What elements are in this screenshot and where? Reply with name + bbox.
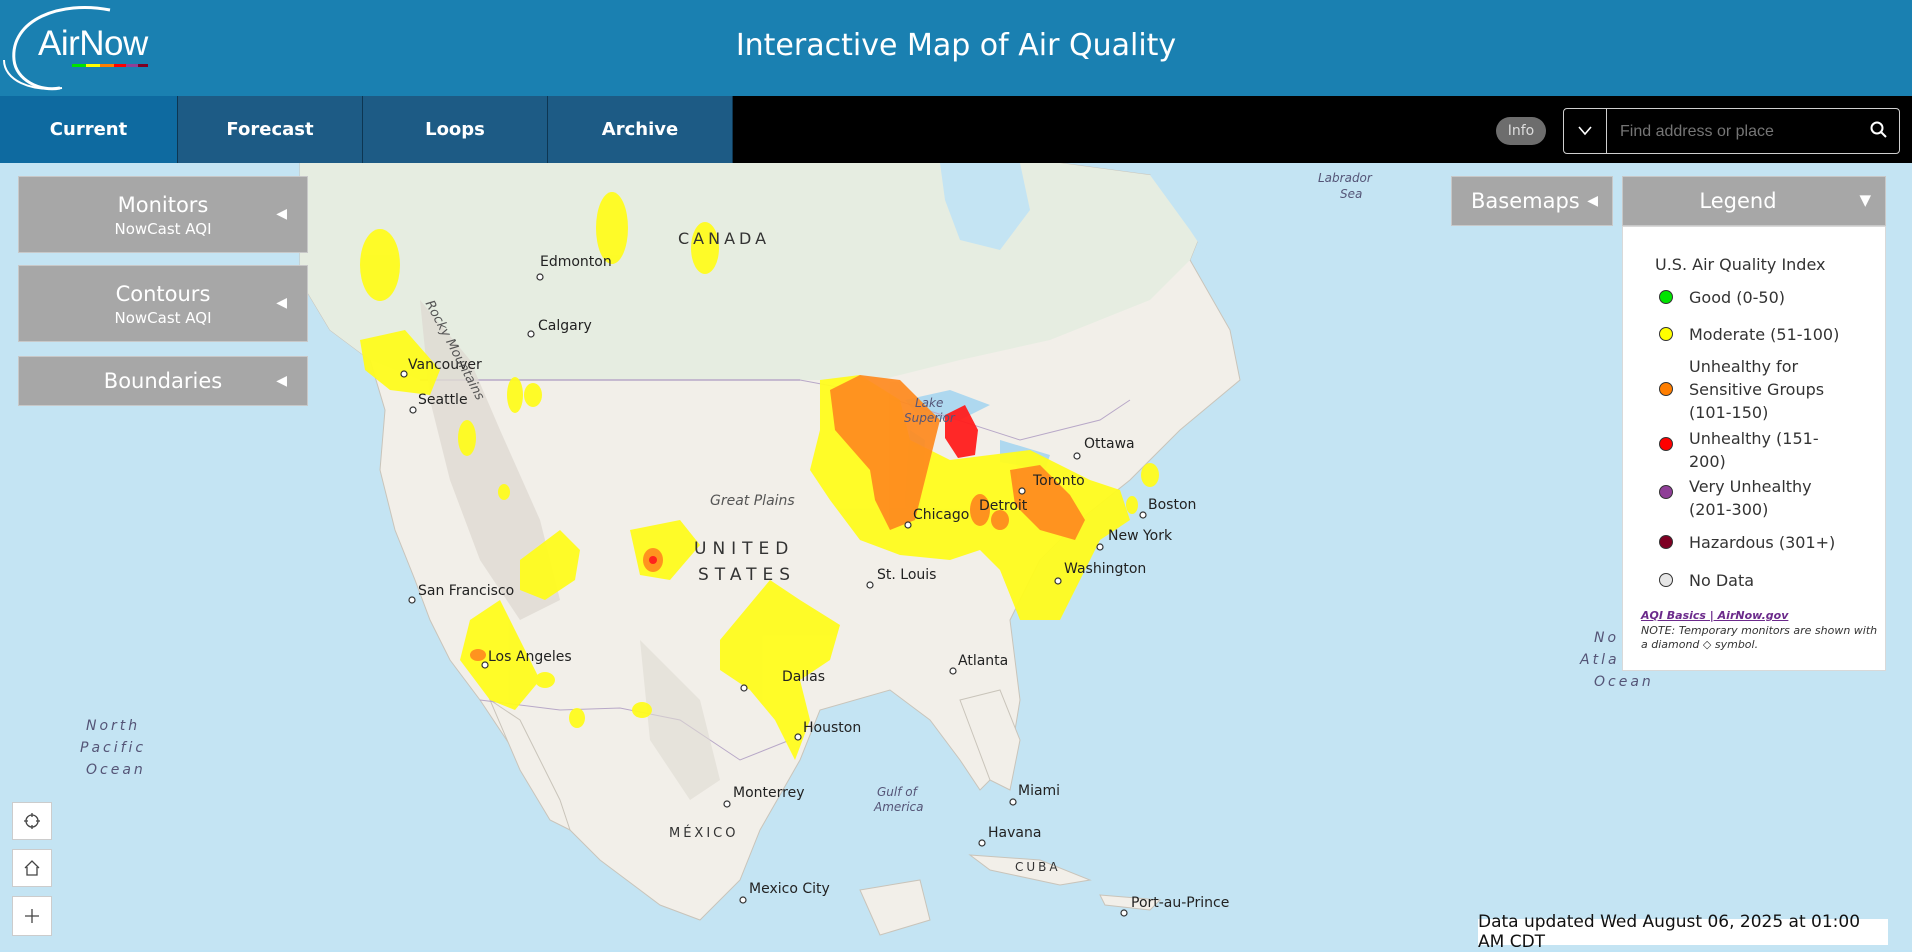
label-north: North (86, 718, 141, 734)
search-input[interactable] (1618, 119, 1852, 145)
locate-button[interactable] (12, 802, 52, 840)
basemaps-label: Basemaps (1471, 189, 1580, 213)
city-label-chicago: Chicago (913, 507, 970, 523)
app-header: AirNow Interactive Map of Air Quality (0, 0, 1912, 96)
city-label-havana: Havana (988, 825, 1042, 841)
legend-item-very-unhealthy: Very Unhealthy (201-300) (1659, 475, 1849, 521)
city-label-detroit: Detroit (979, 498, 1028, 514)
aqi-basics-link[interactable]: AQI Basics | AirNow.gov (1641, 609, 1788, 622)
city-label-atlanta: Atlanta (958, 653, 1009, 669)
monitors-title: Monitors (117, 193, 209, 217)
city-label-san-francisco: San Francisco (418, 583, 515, 599)
label-labrador: Labrador (1318, 171, 1372, 185)
region-label-states: STATES (698, 565, 797, 585)
label-gulf-america: America (874, 800, 924, 814)
tab-loops[interactable]: Loops (363, 96, 548, 163)
caret-left-icon: ◀ (276, 373, 287, 389)
legend-title: U.S. Air Quality Index (1655, 255, 1826, 274)
city-label-monterrey: Monterrey (733, 785, 805, 801)
label-lake: Lake (915, 396, 944, 410)
city-label-boston: Boston (1148, 497, 1197, 513)
page-title: Interactive Map of Air Quality (735, 28, 1177, 63)
good-swatch-icon (1659, 290, 1673, 304)
legend-panel: U.S. Air Quality Index Good (0-50) Moder… (1622, 226, 1886, 671)
basemaps-button[interactable]: Basemaps ◀ (1451, 176, 1613, 226)
monitors-subtitle: NowCast AQI (114, 220, 212, 238)
chevron-down-icon (1578, 126, 1592, 136)
label-pacific-ocean: Ocean (86, 762, 146, 778)
city-label-mexico-city: Mexico City (749, 881, 830, 897)
region-label-great-plains: Great Plains (710, 493, 795, 509)
search-source-dropdown[interactable] (1564, 109, 1607, 153)
city-label-st-louis: St. Louis (877, 567, 937, 583)
city-label-los-angeles: Los Angeles (488, 649, 572, 665)
contours-title: Contours (115, 282, 211, 306)
usg-swatch-icon (1659, 382, 1673, 396)
legend-item-moderate: Moderate (51-100) (1659, 323, 1849, 346)
unhealthy-swatch-icon (1659, 437, 1673, 451)
tab-current[interactable]: Current (0, 96, 178, 163)
label-gulf-of: Gulf of (877, 785, 917, 799)
legend-note: NOTE: Temporary monitors are shown with … (1641, 624, 1878, 651)
region-label-canada: CANADA (678, 229, 771, 248)
city-label-ottawa: Ottawa (1084, 436, 1135, 452)
search-box (1563, 108, 1900, 154)
city-label-seattle: Seattle (418, 392, 468, 408)
caret-left-icon: ◀ (276, 295, 287, 311)
region-label-mexico: MÉXICO (669, 826, 739, 841)
caret-left-icon: ◀ (276, 206, 287, 222)
contours-panel-button[interactable]: Contours NowCast AQI ◀ (18, 265, 308, 342)
city-label-miami: Miami (1018, 783, 1061, 799)
home-icon (24, 860, 40, 876)
city-label-washington: Washington (1064, 561, 1147, 577)
legend-item-good: Good (0-50) (1659, 286, 1849, 309)
boundaries-title: Boundaries (103, 369, 223, 393)
info-button[interactable]: Info (1496, 117, 1546, 145)
label-labrador-sea: Sea (1340, 187, 1363, 201)
city-label-new-york: New York (1108, 528, 1173, 544)
city-label-dallas: Dallas (782, 669, 826, 685)
legend-toggle-button[interactable]: Legend ▼ (1622, 176, 1886, 226)
tab-forecast[interactable]: Forecast (178, 96, 363, 163)
region-label-cuba: CUBA (1015, 860, 1061, 874)
city-label-toronto: Toronto (1033, 473, 1085, 489)
label-atlantic: Atla (1580, 652, 1620, 668)
legend-item-hazardous: Hazardous (301+) (1659, 531, 1849, 554)
hazardous-swatch-icon (1659, 535, 1673, 549)
legend-item-unhealthy: Unhealthy (151-200) (1659, 427, 1849, 473)
contours-subtitle: NowCast AQI (114, 309, 212, 327)
very-unhealthy-swatch-icon (1659, 485, 1673, 499)
legend-header-label: Legend (1699, 189, 1777, 213)
label-north-atlantic: No (1594, 630, 1620, 646)
home-button[interactable] (12, 849, 52, 887)
label-atlantic-ocean: Ocean (1594, 674, 1654, 690)
city-label-port-au-prince: Port-au-Prince (1131, 895, 1230, 911)
crosshair-icon (24, 813, 40, 829)
caret-down-icon: ▼ (1859, 191, 1871, 209)
no-data-swatch-icon (1659, 573, 1673, 587)
tab-archive[interactable]: Archive (548, 96, 733, 163)
data-updated-status: Data updated Wed August 06, 2025 at 01:0… (1478, 912, 1888, 952)
city-label-edmonton: Edmonton (540, 254, 612, 270)
zoom-in-button[interactable] (12, 896, 52, 936)
legend-item-usg: Unhealthy for Sensitive Groups (101-150) (1659, 355, 1849, 424)
legend-item-no-data: No Data (1659, 569, 1849, 592)
plus-icon (25, 909, 39, 923)
city-label-calgary: Calgary (538, 318, 592, 334)
label-pacific: Pacific (80, 740, 147, 756)
moderate-swatch-icon (1659, 327, 1673, 341)
region-label-united: UNITED (694, 539, 795, 559)
city-label-houston: Houston (803, 720, 862, 736)
search-icon[interactable] (1869, 120, 1889, 140)
boundaries-panel-button[interactable]: Boundaries ◀ (18, 356, 308, 406)
monitors-panel-button[interactable]: Monitors NowCast AQI ◀ (18, 176, 308, 253)
caret-left-icon: ◀ (1587, 193, 1598, 209)
label-lake-superior: Superior (904, 411, 955, 425)
